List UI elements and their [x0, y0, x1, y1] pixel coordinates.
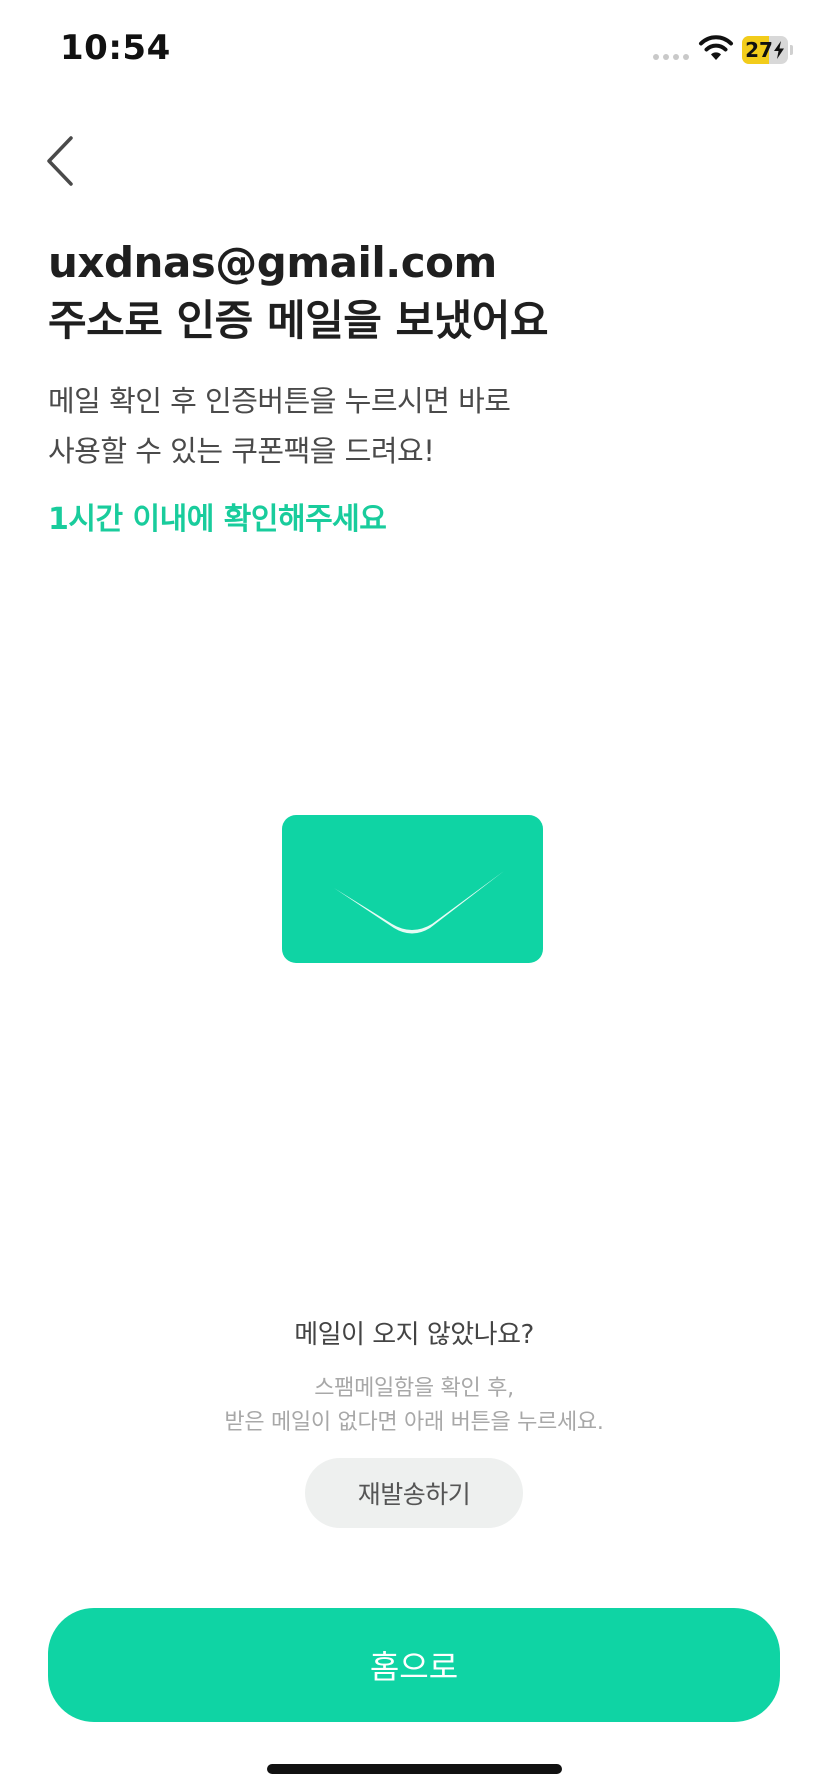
description-line: 사용할 수 있는 쿠폰팩을 드려요! — [48, 434, 435, 468]
battery-nub — [790, 45, 793, 55]
battery-level: 27 — [745, 38, 773, 62]
description: 메일 확인 후 인증버튼을 누르시면 바로 사용할 수 있는 쿠폰팩을 드려요! — [48, 376, 511, 476]
description-line: 메일 확인 후 인증버튼을 누르시면 바로 — [48, 384, 511, 418]
battery-charging-icon: 27 — [742, 36, 788, 64]
bolt-icon — [773, 41, 784, 59]
resend-button[interactable]: 재발송하기 — [305, 1458, 523, 1528]
wifi-icon — [699, 35, 733, 60]
cellular-signal-icon — [653, 54, 689, 60]
resend-question: 메일이 오지 않았나요? — [294, 1320, 534, 1350]
chevron-left-icon — [47, 136, 73, 186]
resend-help-line: 받은 메일이 없다면 아래 버튼을 누르세요. — [224, 1410, 604, 1435]
status-time: 10:54 — [60, 28, 171, 68]
envelope-icon — [282, 815, 543, 963]
home-button[interactable]: 홈으로 — [48, 1608, 780, 1722]
title-text: 주소로 인증 메일을 보냈어요 — [48, 296, 549, 345]
time-limit-notice: 1시간 이내에 확인해주세요 — [48, 502, 387, 537]
email-address: uxdnas@gmail.com — [48, 238, 497, 287]
home-indicator — [267, 1764, 562, 1774]
resend-help: 스팸메일함을 확인 후, 받은 메일이 없다면 아래 버튼을 누르세요. — [0, 1372, 828, 1440]
resend-help-line: 스팸메일함을 확인 후, — [314, 1376, 514, 1401]
page-title: uxdnas@gmail.com 주소로 인증 메일을 보냈어요 — [48, 234, 549, 350]
back-button[interactable] — [36, 130, 84, 192]
